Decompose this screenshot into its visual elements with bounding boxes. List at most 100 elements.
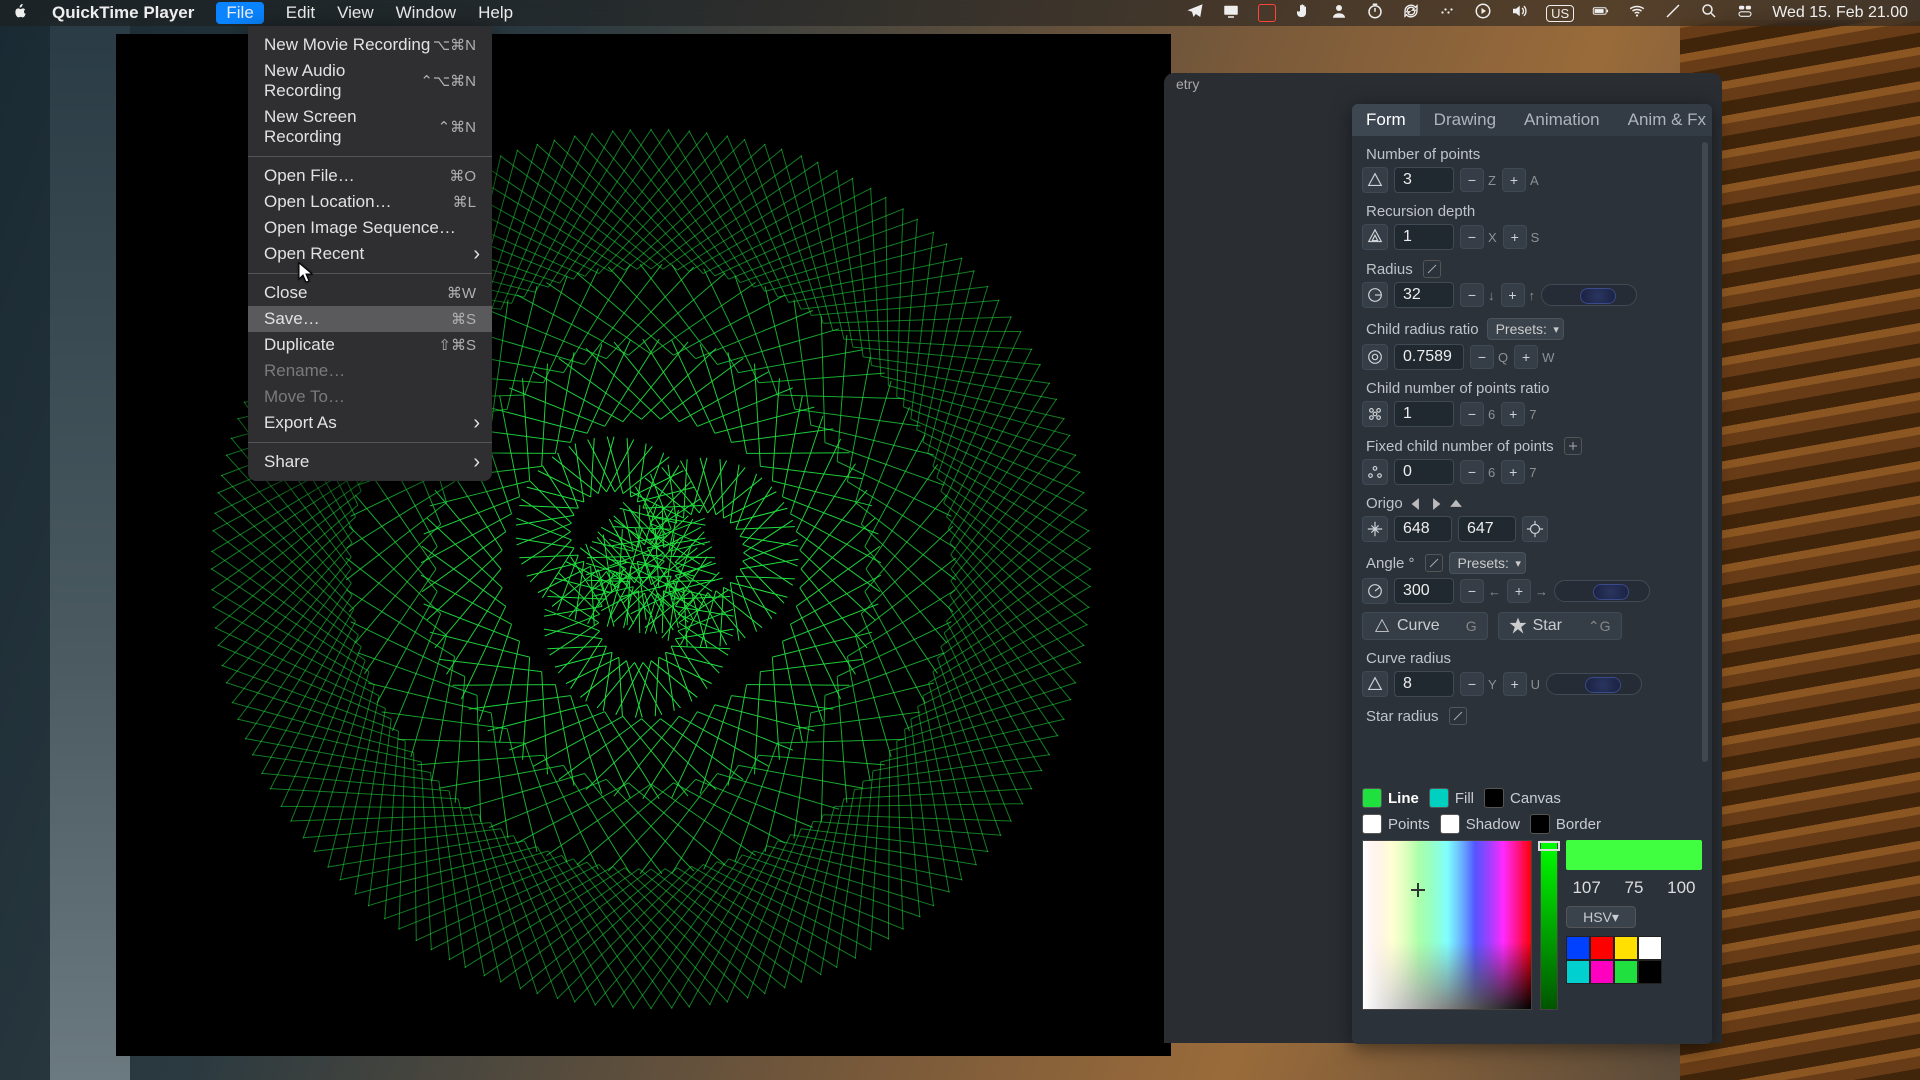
control-center-icon[interactable] [1736, 2, 1754, 25]
hsv-s[interactable]: 75 [1613, 878, 1654, 898]
menu-edit[interactable]: Edit [286, 3, 315, 23]
menu-item-open-location-[interactable]: Open Location…⌘L [248, 189, 492, 215]
play-circle-icon[interactable] [1474, 2, 1492, 25]
inc-angle[interactable]: + [1507, 579, 1531, 603]
preset-color[interactable] [1566, 960, 1590, 984]
presets-child-ratio[interactable]: Presets: [1487, 318, 1564, 340]
menu-item-new-screen-recording[interactable]: New Screen Recording⌃⌘N [248, 104, 492, 150]
star-radius-toggle[interactable] [1449, 707, 1467, 725]
screen-icon[interactable] [1222, 2, 1240, 25]
child-ratio-icon[interactable] [1362, 344, 1388, 370]
hsv-v[interactable]: 100 [1661, 878, 1702, 898]
swatch-shadow[interactable]: Shadow [1440, 814, 1520, 834]
tab-animfx[interactable]: Anim & Fx [1614, 104, 1720, 136]
radius-toggle-icon[interactable] [1423, 260, 1441, 278]
battery-icon[interactable] [1592, 2, 1610, 25]
menu-item-open-file-[interactable]: Open File…⌘O [248, 163, 492, 189]
slider-angle[interactable] [1554, 580, 1650, 602]
swatch-border[interactable]: Border [1530, 814, 1601, 834]
tab-drawing[interactable]: Drawing [1420, 104, 1510, 136]
tab-form[interactable]: Form [1352, 104, 1420, 136]
dec-radius[interactable]: − [1460, 283, 1484, 307]
angle-toggle[interactable] [1425, 554, 1443, 572]
hue-slider[interactable] [1540, 840, 1558, 1010]
input-num-points[interactable]: 3 [1394, 167, 1454, 193]
preset-color[interactable] [1638, 936, 1662, 960]
child-points-ratio-icon[interactable] [1362, 401, 1388, 427]
input-source[interactable]: US [1546, 5, 1574, 22]
slider-radius[interactable] [1541, 284, 1637, 306]
input-curve-radius[interactable]: 8 [1394, 671, 1454, 697]
menu-item-share[interactable]: Share [248, 449, 492, 475]
user-icon[interactable] [1330, 2, 1348, 25]
tab-animation[interactable]: Animation [1510, 104, 1614, 136]
preset-color[interactable] [1590, 936, 1614, 960]
target-icon[interactable] [1522, 516, 1548, 542]
inc-fc[interactable]: + [1501, 460, 1525, 484]
clock[interactable]: Wed 15. Feb 21.00 [1772, 4, 1908, 22]
dots-icon[interactable] [1438, 2, 1456, 25]
swatch-points[interactable]: Points [1362, 814, 1430, 834]
curve-button[interactable]: Curve G [1362, 612, 1488, 640]
inc-num-points[interactable]: + [1502, 168, 1526, 192]
dec-recursion[interactable]: − [1460, 225, 1484, 249]
preset-color[interactable] [1566, 936, 1590, 960]
fixed-child-icon[interactable] [1362, 459, 1388, 485]
preset-color[interactable] [1638, 960, 1662, 984]
menu-item-save-[interactable]: Save…⌘S [248, 306, 492, 332]
input-angle[interactable]: 300 [1394, 578, 1454, 604]
input-origo-x[interactable]: 648 [1394, 516, 1452, 542]
volume-icon[interactable] [1510, 2, 1528, 25]
swatch-fill[interactable]: Fill [1429, 788, 1474, 808]
origo-icon[interactable] [1362, 516, 1388, 542]
menu-item-export-as[interactable]: Export As [248, 410, 492, 436]
menu-help[interactable]: Help [478, 3, 513, 23]
input-origo-y[interactable]: 647 [1458, 516, 1516, 542]
inc-child-ratio[interactable]: + [1514, 345, 1538, 369]
tool-icon[interactable] [1664, 2, 1682, 25]
apple-icon[interactable] [12, 2, 30, 25]
swatch-line[interactable]: Line [1362, 788, 1419, 808]
inc-radius[interactable]: + [1501, 283, 1525, 307]
input-child-ratio[interactable]: 0.7589 [1394, 344, 1464, 370]
inc-recursion[interactable]: + [1503, 225, 1527, 249]
swatch-canvas[interactable]: Canvas [1484, 788, 1561, 808]
color-mode-select[interactable]: HSV ▾ [1566, 906, 1636, 928]
hsv-h[interactable]: 107 [1566, 878, 1607, 898]
dec-angle[interactable]: − [1460, 579, 1484, 603]
slider-curve-radius[interactable] [1546, 673, 1642, 695]
star-button[interactable]: Star ⌃G [1498, 612, 1622, 640]
presets-angle[interactable]: Presets: [1449, 552, 1526, 574]
input-fixed-child[interactable]: 0 [1394, 459, 1454, 485]
triangle-icon[interactable] [1362, 167, 1388, 193]
arrow-up-icon[interactable] [1449, 497, 1463, 511]
dec-fc[interactable]: − [1460, 460, 1484, 484]
wifi-icon[interactable] [1628, 2, 1646, 25]
hand-icon[interactable] [1294, 2, 1312, 25]
search-icon[interactable] [1700, 2, 1718, 25]
timer-icon[interactable] [1366, 2, 1384, 25]
menu-item-duplicate[interactable]: Duplicate⇧⌘S [248, 332, 492, 358]
recursion-icon[interactable] [1362, 224, 1388, 250]
input-child-points-ratio[interactable]: 1 [1394, 401, 1454, 427]
sync-icon[interactable] [1402, 2, 1420, 25]
menu-file[interactable]: File [216, 2, 263, 24]
record-indicator-icon[interactable] [1258, 4, 1276, 22]
color-field[interactable] [1362, 840, 1532, 1010]
input-radius[interactable]: 32 [1394, 282, 1454, 308]
angle-icon[interactable] [1362, 578, 1388, 604]
preset-color[interactable] [1614, 960, 1638, 984]
dec-cr[interactable]: − [1460, 672, 1484, 696]
menu-item-open-image-sequence-[interactable]: Open Image Sequence… [248, 215, 492, 241]
inc-cpr[interactable]: + [1501, 402, 1525, 426]
preset-color[interactable] [1614, 936, 1638, 960]
dec-child-ratio[interactable]: − [1470, 345, 1494, 369]
dec-cpr[interactable]: − [1460, 402, 1484, 426]
menu-window[interactable]: Window [396, 3, 456, 23]
radius-icon[interactable] [1362, 282, 1388, 308]
inc-cr[interactable]: + [1503, 672, 1527, 696]
menu-item-new-movie-recording[interactable]: New Movie Recording⌥⌘N [248, 32, 492, 58]
menu-item-close[interactable]: Close⌘W [248, 280, 492, 306]
dec-num-points[interactable]: − [1460, 168, 1484, 192]
menu-view[interactable]: View [337, 3, 374, 23]
